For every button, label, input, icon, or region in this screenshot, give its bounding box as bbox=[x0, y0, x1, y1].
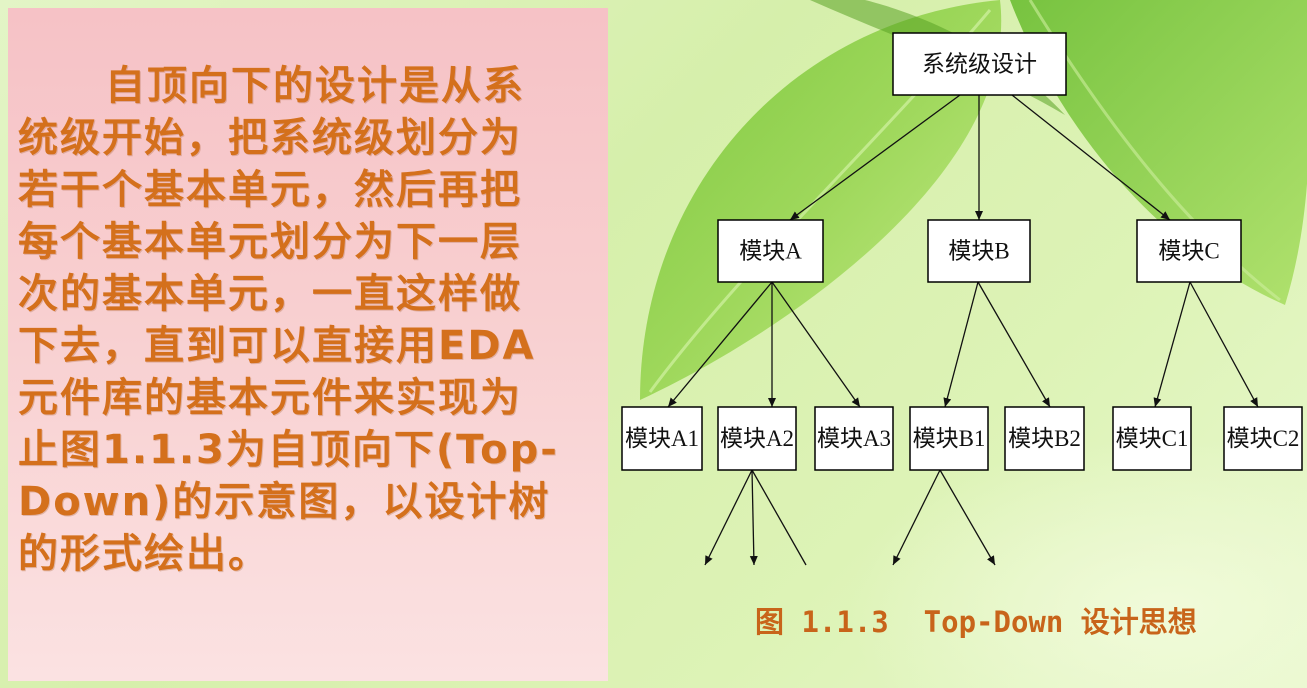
node-label: 模块A3 bbox=[817, 426, 891, 451]
node-module-b2: 模块B2 bbox=[1004, 406, 1085, 471]
edge-a2-sub-1 bbox=[704, 469, 753, 566]
node-root: 系统级设计 bbox=[892, 32, 1067, 96]
node-module-c: 模块C bbox=[1136, 219, 1242, 283]
edge-b-to-b1 bbox=[943, 281, 979, 408]
design-tree-diagram: 系统级设计 模块A 模块B 模块C 模块A1 模块A2 模块A3 模块B1 模块… bbox=[621, 32, 1303, 566]
edge-b1-sub-2 bbox=[939, 469, 996, 566]
node-module-c1: 模块C1 bbox=[1112, 406, 1192, 471]
node-module-a3: 模块A3 bbox=[814, 406, 894, 471]
edge-root-to-a bbox=[789, 94, 961, 221]
edge-root-to-c bbox=[1011, 94, 1171, 221]
edge-a-to-a1 bbox=[667, 281, 773, 408]
edge-b1-sub-1 bbox=[892, 469, 941, 566]
node-module-a2: 模块A2 bbox=[717, 406, 797, 471]
node-label: 模块C2 bbox=[1227, 426, 1300, 451]
node-label: 模块B2 bbox=[1008, 426, 1081, 451]
edge-a2-sub-2 bbox=[749, 469, 758, 566]
figure-caption: 图 1.1.3 Top-Down 设计思想 bbox=[755, 605, 1197, 639]
node-module-a: 模块A bbox=[717, 219, 824, 283]
node-module-a1: 模块A1 bbox=[621, 406, 703, 471]
edge-b-to-b2 bbox=[977, 281, 1051, 408]
node-module-c2: 模块C2 bbox=[1223, 406, 1303, 471]
node-label: 模块A2 bbox=[720, 426, 794, 451]
node-label: 模块A bbox=[739, 239, 802, 264]
node-label: 模块A1 bbox=[625, 426, 699, 451]
edge-c-to-c2 bbox=[1189, 281, 1259, 408]
node-label: 模块C1 bbox=[1116, 426, 1189, 451]
edge-a2-sub-3 bbox=[751, 469, 807, 566]
node-label: 系统级设计 bbox=[922, 52, 1037, 77]
edge-a-to-a3 bbox=[771, 281, 861, 408]
node-module-b1: 模块B1 bbox=[909, 406, 989, 471]
edge-c-to-c1 bbox=[1153, 281, 1191, 408]
node-module-b: 模块B bbox=[927, 219, 1031, 283]
node-label: 模块B1 bbox=[913, 426, 986, 451]
node-label: 模块C bbox=[1158, 239, 1219, 264]
node-label: 模块B bbox=[948, 239, 1009, 264]
